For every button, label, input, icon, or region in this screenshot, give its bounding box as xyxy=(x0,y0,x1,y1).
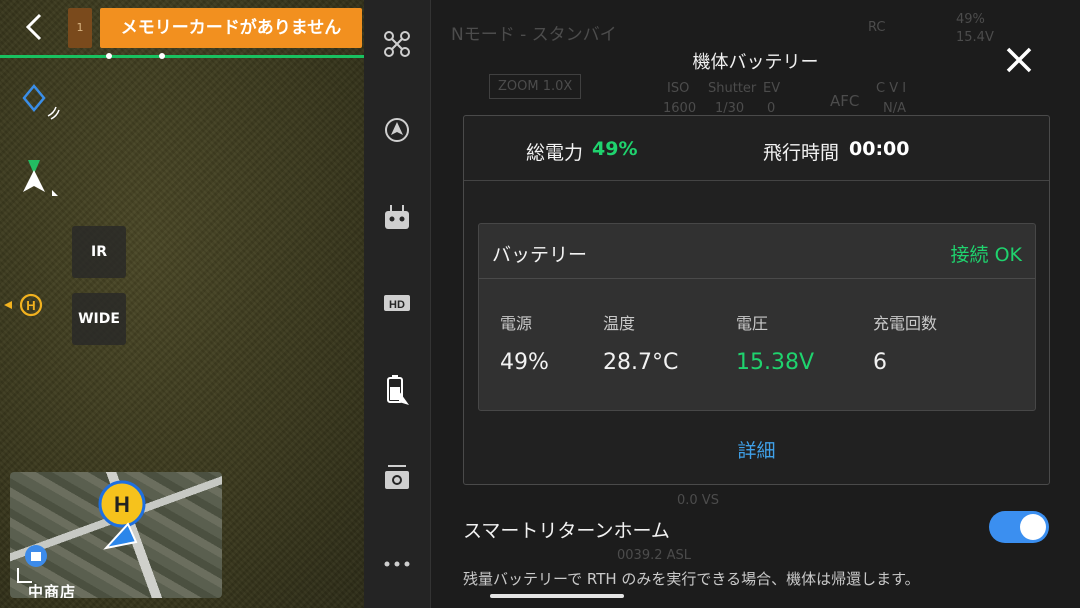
close-icon xyxy=(1006,47,1032,73)
smart-rth-toggle[interactable] xyxy=(989,511,1049,543)
flight-mode-text: Nモード - スタンバイ xyxy=(451,25,617,45)
svg-text:H: H xyxy=(114,492,130,517)
chevron-left-icon xyxy=(25,13,42,41)
iso-value: 1600 xyxy=(663,101,697,116)
total-power-value: 49% xyxy=(592,138,638,160)
cvi-text: C V I xyxy=(876,81,907,96)
connection-status: 接続 OK xyxy=(950,244,1022,266)
flight-time-value: 00:00 xyxy=(849,138,910,160)
obstacle-sensing-button[interactable] xyxy=(383,116,411,144)
battery-settings-panel: Nモード - スタンバイ RC 49% 15.4V ZOOM 1.0X ISO … xyxy=(431,0,1080,608)
status-tick xyxy=(159,53,165,59)
wide-lens-button[interactable]: WIDE xyxy=(72,293,126,345)
remote-controller-button[interactable] xyxy=(383,203,411,231)
battery-voltage-text: 15.4V xyxy=(956,30,994,45)
aircraft-settings-button[interactable] xyxy=(383,30,411,58)
smart-rth-description: 残量バッテリーで RTH のみを実行できる場合、機体は帰還します。 xyxy=(463,570,920,588)
ev-value: 0 xyxy=(767,101,776,116)
controller-icon xyxy=(385,205,409,229)
home-point-icon: H xyxy=(4,292,44,322)
battery-title: バッテリー xyxy=(492,244,588,266)
smart-rth-label: スマートリターンホーム xyxy=(463,520,670,542)
radar-icon xyxy=(385,118,409,142)
home-indicator-bar[interactable] xyxy=(490,594,624,598)
charge-cycles-label: 充電回数 xyxy=(873,314,938,333)
flight-time-label: 飛行時間 xyxy=(763,142,840,164)
power-metric-label: 電源 xyxy=(500,314,533,333)
sd-card-warning-banner[interactable]: メモリーカードがありません xyxy=(100,8,362,48)
battery-detail-box: バッテリー 接続 OK 電源 49% 温度 28.7°C 電圧 15.38V 充… xyxy=(478,223,1036,411)
voltage-metric-value: 15.38V xyxy=(736,350,815,375)
vertical-speed-text: 0.0 VS xyxy=(677,493,719,508)
total-power-label: 総電力 xyxy=(526,142,584,164)
zoom-indicator: ZOOM 1.0X xyxy=(489,74,582,99)
afc-text: AFC xyxy=(830,92,860,110)
voltage-metric-label: 電圧 xyxy=(736,314,769,333)
status-tick xyxy=(106,53,112,59)
minimap-overlay: H xyxy=(17,480,146,583)
battery-icon xyxy=(387,375,409,405)
camera-settings-button[interactable] xyxy=(383,463,411,491)
camera-icon xyxy=(385,465,409,489)
more-dots-icon xyxy=(384,561,410,567)
more-settings-button[interactable] xyxy=(383,550,411,578)
close-button[interactable] xyxy=(1003,44,1035,76)
power-metric-value: 49% xyxy=(500,350,549,375)
iso-label: ISO xyxy=(667,81,690,96)
camera-feed[interactable]: 1 メモリーカードがありません IR WIDE H H 中商店 xyxy=(0,0,364,608)
panel-title: 機体バッテリー xyxy=(692,52,819,73)
aircraft-map-icon xyxy=(103,522,138,550)
shutter-label: Shutter xyxy=(708,81,757,96)
toggle-knob xyxy=(1020,514,1046,540)
back-button[interactable] xyxy=(22,12,50,44)
ir-lens-button[interactable]: IR xyxy=(72,226,126,278)
altitude-asl-text: 0039.2 ASL xyxy=(617,548,692,563)
battery-info-card: 総電力 49% 飛行時間 00:00 バッテリー 接続 OK 電源 49% 温度… xyxy=(463,115,1050,485)
divider xyxy=(479,278,1035,279)
minimap[interactable]: H 中商店 xyxy=(10,472,222,598)
map-place-label: 中商店 xyxy=(28,583,77,598)
settings-sidebar: HD xyxy=(364,0,431,608)
status-bar-line xyxy=(0,55,364,58)
svg-text:HD: HD xyxy=(389,299,405,311)
aircraft-battery-button[interactable] xyxy=(383,375,411,405)
gps-heading-icon xyxy=(22,84,62,128)
temperature-metric-value: 28.7°C xyxy=(603,350,679,375)
storage-slot-indicator: 1 xyxy=(68,8,92,48)
drone-icon xyxy=(384,31,410,57)
details-link[interactable]: 詳細 xyxy=(464,436,1049,463)
divider xyxy=(464,180,1049,181)
hd-transmission-button[interactable]: HD xyxy=(383,289,411,317)
aircraft-orientation-icon xyxy=(18,160,62,206)
temperature-metric-label: 温度 xyxy=(603,314,636,333)
hd-icon: HD xyxy=(384,295,410,311)
battery-percent-text: 49% xyxy=(956,12,985,27)
shutter-value: 1/30 xyxy=(715,101,745,116)
rc-signal-text: RC xyxy=(868,20,886,35)
charge-cycles-value: 6 xyxy=(873,350,887,375)
svg-text:H: H xyxy=(26,298,35,313)
ev-label: EV xyxy=(763,81,781,96)
na-text: N/A xyxy=(883,101,906,116)
